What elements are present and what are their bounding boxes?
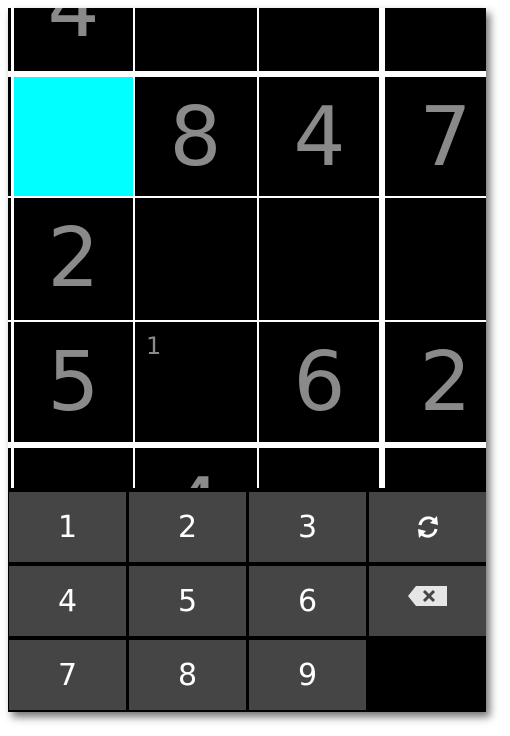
cell-r3c0[interactable]: 5 [13,322,134,443]
key-1[interactable]: 1 [9,492,126,562]
cell-r4c1[interactable]: 4 [135,448,256,488]
cell-r1c2[interactable]: 4 [259,77,380,198]
pencil-note: 1 [146,332,162,360]
key-8[interactable]: 8 [129,640,246,710]
cell-r1c1[interactable]: 8 [135,77,256,198]
key-3[interactable]: 3 [249,492,366,562]
sudoku-board: 4 8 4 7 2 5 1 6 2 4 [8,8,486,488]
cell-r4c3[interactable] [385,448,486,488]
cell-r0c1[interactable] [135,8,256,69]
cell-r0c2[interactable] [259,8,380,69]
key-9[interactable]: 9 [249,640,366,710]
key-2[interactable]: 2 [129,492,246,562]
cell-r4c2[interactable] [259,448,380,488]
cell-r2c3[interactable] [385,198,486,319]
backspace-icon [407,584,449,608]
app-screen: 4 8 4 7 2 5 1 6 2 4 1 2 3 [8,8,486,712]
cell-r0c3[interactable] [385,8,486,69]
cell-r3c2[interactable]: 6 [259,322,380,443]
key-5[interactable]: 5 [129,566,246,636]
cell-r2c0[interactable]: 2 [13,198,134,319]
key-4[interactable]: 4 [9,566,126,636]
key-7[interactable]: 7 [9,640,126,710]
cell-r1c3[interactable]: 7 [385,77,486,198]
backspace-button[interactable] [369,566,486,636]
cell-r1c0-selected[interactable] [14,77,133,196]
cell-r0c0[interactable]: 4 [13,8,134,69]
refresh-button[interactable] [369,492,486,562]
number-keypad: 1 2 3 4 5 6 7 8 9 [8,488,486,712]
refresh-icon [413,512,443,542]
cell-r2c1[interactable] [135,198,256,319]
cell-r3c3[interactable]: 2 [385,322,486,443]
cell-r4c0[interactable] [13,448,134,488]
key-6[interactable]: 6 [249,566,366,636]
cell-r2c2[interactable] [259,198,380,319]
